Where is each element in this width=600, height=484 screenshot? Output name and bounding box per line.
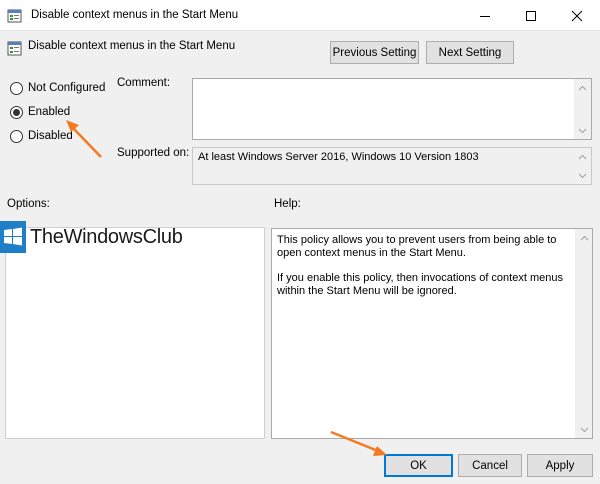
maximize-icon	[526, 11, 536, 21]
comment-textarea[interactable]	[192, 78, 592, 140]
previous-setting-button[interactable]: Previous Setting	[330, 41, 419, 64]
radio-label: Not Configured	[28, 82, 106, 94]
scroll-down-icon[interactable]	[574, 167, 591, 184]
apply-button[interactable]: Apply	[527, 454, 593, 477]
radio-enabled[interactable]: Enabled	[10, 104, 70, 120]
policy-settings-icon	[7, 9, 22, 23]
policy-icon	[7, 41, 22, 56]
help-paragraph: If you enable this policy, then invocati…	[277, 272, 563, 297]
options-label: Options:	[7, 198, 50, 210]
scroll-up-icon[interactable]	[574, 79, 591, 96]
help-panel: This policy allows you to prevent users …	[271, 228, 593, 439]
options-panel	[5, 227, 265, 439]
title-bar: Disable context menus in the Start Menu	[0, 0, 600, 31]
help-label: Help:	[274, 198, 301, 210]
supported-scrollbar[interactable]	[574, 148, 591, 184]
radio-circle	[10, 129, 23, 143]
scroll-up-icon[interactable]	[576, 229, 593, 246]
scroll-up-icon[interactable]	[574, 148, 591, 165]
windows-logo-icon	[0, 221, 26, 253]
minimize-icon	[480, 16, 490, 17]
comment-scrollbar[interactable]	[574, 79, 591, 139]
radio-disabled[interactable]: Disabled	[10, 128, 73, 144]
help-paragraph: This policy allows you to prevent users …	[277, 234, 557, 259]
radio-circle	[10, 105, 23, 119]
comment-label: Comment:	[117, 77, 171, 89]
radio-circle	[10, 81, 23, 95]
window-title: Disable context menus in the Start Menu	[31, 9, 239, 21]
watermark-text: TheWindowsClub	[30, 225, 183, 248]
radio-label: Disabled	[28, 130, 73, 142]
cancel-button[interactable]: Cancel	[458, 454, 522, 477]
minimize-button[interactable]	[462, 0, 508, 31]
policy-name: Disable context menus in the Start Menu	[28, 40, 236, 52]
supported-on-label: Supported on:	[117, 147, 190, 159]
thewindowsclub-watermark: TheWindowsClub	[0, 221, 183, 253]
radio-not-configured[interactable]: Not Configured	[10, 80, 105, 96]
next-setting-button[interactable]: Next Setting	[426, 41, 514, 64]
close-button[interactable]	[554, 0, 600, 31]
supported-on-field: At least Windows Server 2016, Windows 10…	[192, 147, 592, 185]
radio-label: Enabled	[28, 106, 71, 118]
help-scrollbar[interactable]	[575, 229, 592, 438]
scroll-down-icon[interactable]	[574, 122, 591, 139]
scroll-down-icon[interactable]	[576, 421, 593, 438]
ok-button[interactable]: OK	[384, 454, 453, 477]
supported-on-value: At least Windows Server 2016, Windows 10…	[198, 151, 479, 163]
maximize-button[interactable]	[508, 0, 554, 31]
help-text: This policy allows you to prevent users …	[277, 234, 570, 310]
close-icon	[571, 10, 583, 22]
